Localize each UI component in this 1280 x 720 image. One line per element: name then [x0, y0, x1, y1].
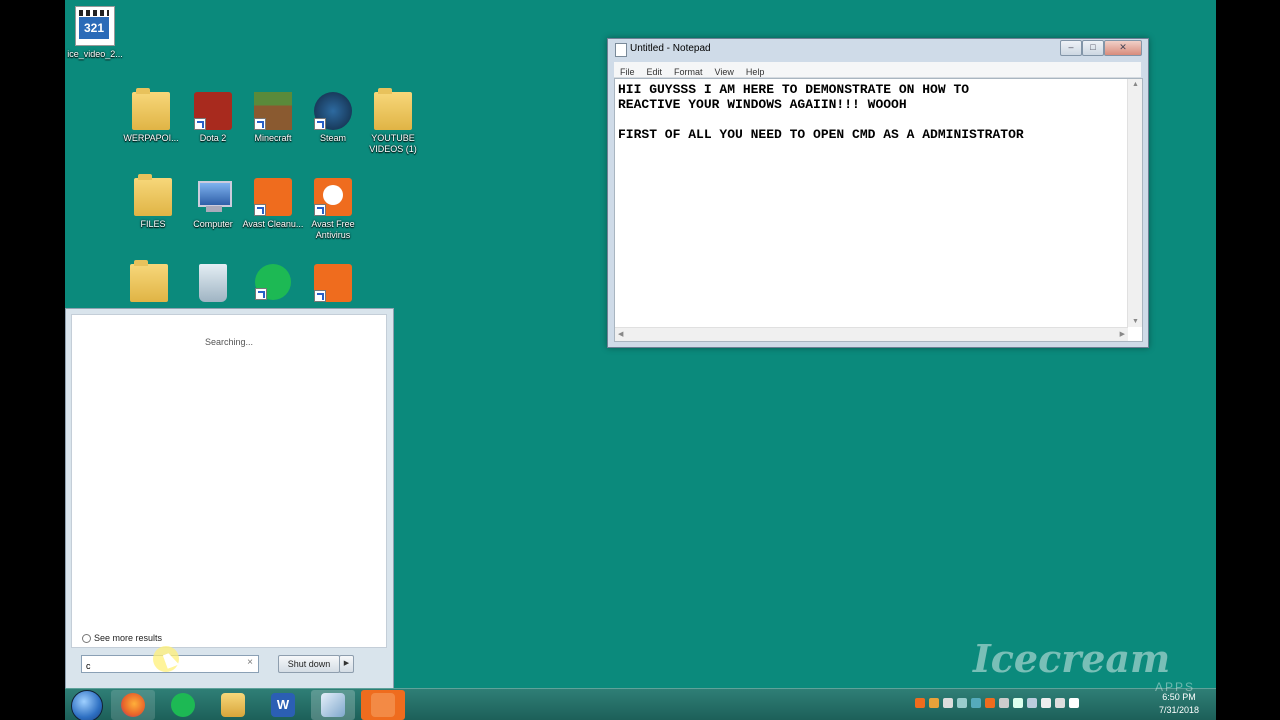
desktop-icon-label: Dota 2 [199, 133, 227, 143]
video-file-icon: 321 [75, 6, 115, 46]
taskbar-notepad[interactable] [311, 690, 355, 720]
screenshot-app-icon [371, 693, 395, 717]
desktop-icon-label: Avast Free Antivirus [311, 219, 355, 240]
desktop-icon-steam[interactable]: Steam [301, 92, 365, 144]
desktop-icon-label: WERPAPOI... [123, 133, 179, 143]
spotify-icon [255, 264, 291, 300]
taskbar-spotify[interactable] [161, 690, 205, 720]
screenshot-app-icon [314, 264, 352, 302]
desktop-icon-dota[interactable]: Dota 2 [181, 92, 245, 144]
tray-app-icon[interactable] [1027, 698, 1037, 709]
firefox-icon [121, 693, 145, 717]
watermark-logo: Icecream [973, 636, 1171, 681]
desktop-icon-files[interactable]: FILES [121, 174, 185, 230]
taskbar-word[interactable]: W [261, 690, 305, 720]
desktop-icon-youtube-folder[interactable]: YOUTUBE VIDEOS (1) [361, 88, 425, 155]
file-explorer-icon [221, 693, 245, 717]
taskbar-screenshot-app[interactable] [361, 690, 405, 720]
horizontal-scrollbar[interactable]: ◀ ▶ [615, 327, 1128, 341]
spotify-icon [171, 693, 195, 717]
tray-app-icon[interactable] [971, 698, 981, 709]
notepad-icon [615, 43, 627, 57]
editor-content[interactable]: HII GUYSSS I AM HERE TO DEMONSTRATE ON H… [618, 82, 1123, 142]
desktop-icon-folder-3[interactable] [117, 260, 181, 305]
vertical-scrollbar[interactable]: ▲ ▼ [1127, 79, 1142, 327]
tray-volume-icon[interactable] [1069, 698, 1079, 709]
folder-icon [374, 88, 412, 130]
tray-network-icon[interactable] [1055, 698, 1065, 709]
notepad-icon [321, 693, 345, 717]
tray-app-icon[interactable] [999, 698, 1009, 709]
tray-app-icon[interactable] [929, 698, 939, 709]
see-more-label: See more results [94, 633, 163, 643]
desktop-icon-avast-antivirus[interactable]: Avast Free Antivirus [301, 178, 365, 241]
folder-icon [132, 88, 170, 130]
system-tray [915, 697, 1083, 709]
desktop-icon-spotify[interactable] [241, 264, 305, 303]
recycle-bin-icon [199, 264, 227, 302]
computer-icon [194, 178, 232, 216]
tray-app-icon[interactable] [1013, 698, 1023, 709]
desktop-icon-video[interactable]: 321 ice_video_2... [65, 6, 127, 60]
taskbar-explorer[interactable] [211, 690, 255, 720]
taskbar-clock[interactable]: 6:50 PM 7/31/2018 [1149, 691, 1209, 717]
dota-icon [194, 92, 232, 130]
desktop-icon-folder[interactable]: WERPAPOI... [119, 88, 183, 144]
avast-cleanup-icon [254, 178, 292, 216]
folder-icon [134, 174, 172, 216]
minimize-button[interactable]: – [1060, 40, 1082, 56]
desktop-icon-label: Avast Cleanu... [242, 219, 304, 229]
desktop-icon-avast-cleanup[interactable]: Avast Cleanu... [241, 178, 305, 230]
folder-icon [130, 260, 168, 302]
start-menu: Searching... See more results × Shut dow… [65, 308, 394, 690]
desktop-icon-label: YOUTUBE VIDEOS (1) [369, 133, 417, 154]
desktop-icon-label: FILES [140, 219, 166, 229]
tray-steam-icon[interactable] [957, 698, 967, 709]
desktop-icon-computer[interactable]: Computer [181, 178, 245, 230]
watermark-sub: APPS [1155, 680, 1196, 694]
desktop: 321 ice_video_2... WERPAPOI... Dota 2 Mi… [65, 0, 1216, 720]
desktop-icon-label: Computer [193, 219, 233, 229]
search-results-panel: Searching... See more results [71, 314, 387, 648]
tray-action-center-icon[interactable] [1041, 698, 1051, 709]
desktop-icon-label: Steam [319, 133, 346, 143]
word-icon: W [271, 693, 295, 717]
desktop-icon-label: Minecraft [254, 133, 292, 143]
steam-icon [314, 92, 352, 130]
avast-antivirus-icon [314, 178, 352, 216]
see-more-results-link[interactable]: See more results [82, 633, 163, 644]
text-editor[interactable]: HII GUYSSS I AM HERE TO DEMONSTRATE ON H… [614, 78, 1143, 342]
window-title: Untitled - Notepad [630, 43, 711, 54]
shut-down-button[interactable]: Shut down [278, 655, 340, 673]
minecraft-icon [254, 92, 292, 130]
clock-date: 7/31/2018 [1158, 705, 1200, 715]
desktop-icon-screenshot[interactable] [301, 264, 365, 305]
close-button[interactable]: ✕ [1104, 40, 1142, 56]
start-button[interactable] [71, 690, 103, 720]
maximize-button[interactable]: □ [1082, 40, 1104, 56]
search-status: Searching... [204, 337, 254, 347]
search-icon [82, 634, 91, 644]
taskbar: W 6:50 PM 7/31/2018 [65, 688, 1216, 720]
tray-app-icon[interactable] [915, 698, 925, 709]
taskbar-firefox[interactable] [111, 690, 155, 720]
menu-bar: File Edit Format View Help [614, 62, 1141, 78]
tray-avast-icon[interactable] [985, 698, 995, 709]
clear-search-icon[interactable]: × [247, 657, 253, 668]
tray-app-icon[interactable] [943, 698, 953, 709]
desktop-icon-recycle-bin[interactable] [181, 264, 245, 305]
desktop-icon-minecraft[interactable]: Minecraft [241, 92, 305, 144]
desktop-icon-label: ice_video_2... [67, 49, 123, 59]
notepad-window[interactable]: Untitled - Notepad – □ ✕ File Edit Format V… [607, 38, 1149, 348]
shut-down-options-arrow[interactable]: ▶ [339, 655, 354, 673]
